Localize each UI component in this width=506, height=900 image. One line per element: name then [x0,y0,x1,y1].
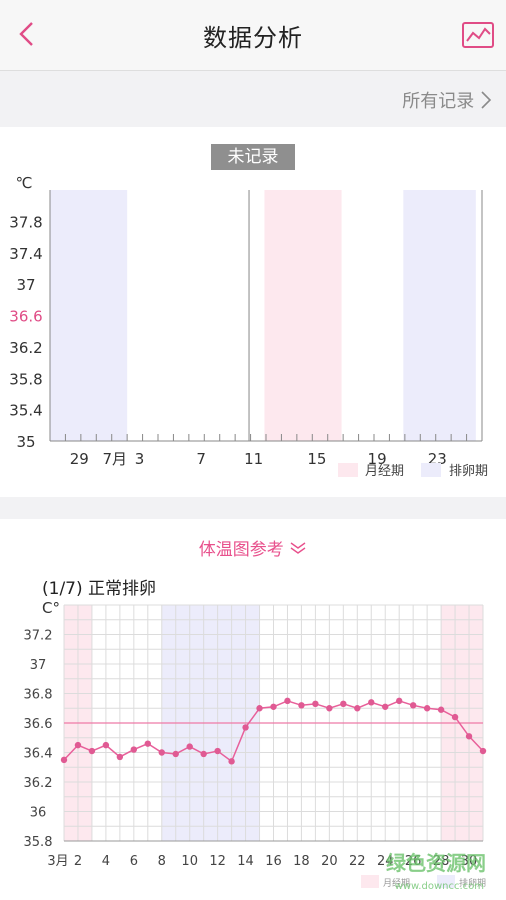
x-tick-label: 3 [135,450,145,468]
y-tick-label: 37.8 [9,213,42,231]
y-tick-label: 36.2 [24,776,53,791]
reference-chart-card: 体温图参考 (1/7) 正常排卵 C° 35.8 36 36.2 36.4 36.6 36.… [0,519,506,900]
temperature-point [74,741,82,749]
temperature-point [396,697,403,705]
temperature-chart-card: 未记录 ℃ 35 35.4 35.8 36.2 36.6 37 37.4 37.8 29 7月 3 7 1… [0,127,506,497]
ovulation-band [50,190,128,441]
temperature-point [298,702,305,709]
y-tick-label: 35 [16,433,35,451]
y-tick-label: 36.8 [24,688,53,703]
temperature-point [88,747,96,755]
x-tick-label: 7 [196,450,206,468]
y-tick-label: 36.6 [9,308,42,326]
trend-chart-icon[interactable] [462,22,494,48]
temperature-point [479,747,487,755]
legend-swatch-period [361,875,379,888]
temperature-point [423,705,431,712]
temperature-point [60,756,68,764]
temperature-point [312,700,319,708]
legend-swatch-period [338,463,358,477]
x-tick-label: 16 [265,854,282,869]
y-tick-label: 36.6 [24,717,53,732]
temperature-point [158,749,165,756]
temperature-point [465,733,473,740]
ovulation-band [403,190,476,441]
temperature-point [382,703,389,710]
page-title: 数据分析 [203,24,303,52]
x-tick-label: 8 [158,854,166,869]
temperature-point [270,703,277,710]
temperature-point [409,702,417,709]
y-tick-label: 36 [30,806,47,821]
y-tick-label: 35.4 [9,402,42,420]
temperature-point [284,697,291,705]
temperature-point [172,750,179,758]
legend-swatch-ovulation [421,463,441,477]
temperature-point [451,713,459,721]
watermark-url: www.downcc.com [394,881,484,892]
x-tick-label: 10 [181,854,198,869]
all-records-link[interactable]: 所有记录 [402,87,492,113]
chevron-right-icon [481,91,492,109]
temperature-point [340,700,347,708]
x-tick-label: 11 [244,450,263,468]
legend-label-period: 月经期 [365,464,404,479]
x-tick-label: 14 [237,854,254,869]
x-tick-label: 15 [307,450,326,468]
y-tick-label: 35.8 [24,835,53,850]
y-tick-label: 36.2 [9,339,42,357]
temperature-point [437,706,445,713]
y-unit-label: ℃ [16,174,33,192]
temperature-point [130,746,138,753]
x-tick-label: 22 [349,854,366,869]
x-tick-label: 6 [130,854,138,869]
all-records-label: 所有记录 [402,91,475,112]
x-tick-label: 12 [209,854,226,869]
x-tick-label: 3月 [47,854,68,869]
temperature-point [200,750,207,758]
temperature-point [144,740,151,747]
y-tick-label: 37.4 [9,245,42,263]
app-header: 数据分析 [0,0,506,71]
period-band [264,190,342,441]
y-tick-label: 37 [16,276,35,294]
y-tick-label: 36.4 [24,747,53,762]
temperature-point [116,753,124,761]
temperature-point [214,747,221,755]
temperature-point [256,705,263,712]
temperature-point [242,724,249,731]
temperature-chart[interactable]: ℃3535.435.836.236.63737.437.829 7月 3 7 11 15 1… [0,127,506,497]
x-tick-label: 20 [321,854,338,869]
records-bar: 所有记录 [0,71,506,126]
x-tick-label: 7月 [103,450,128,468]
y-tick-label: 35.8 [9,370,42,388]
legend-label-ovulation: 排卵期 [449,464,488,479]
y-tick-label: 37.2 [24,629,53,644]
x-tick-label: 18 [293,854,310,869]
x-tick-label: 4 [102,854,110,869]
y-tick-label: 37 [30,658,47,673]
temperature-point [354,705,361,712]
watermark-logo: 绿色资源网 [386,851,486,875]
temperature-point [228,758,235,765]
reference-temperature-chart[interactable]: C° 35.8 36 36.2 36.4 36.6 36.8 37 37.2 3月 2 4 6 8 10 12… [0,519,506,900]
x-tick-label: 29 [70,450,89,468]
temperature-point [186,743,193,750]
y-unit-label: C° [42,599,60,617]
temperature-point [102,741,110,749]
temperature-point [368,699,375,706]
temperature-point [326,705,333,712]
x-tick-label: 2 [74,854,82,869]
